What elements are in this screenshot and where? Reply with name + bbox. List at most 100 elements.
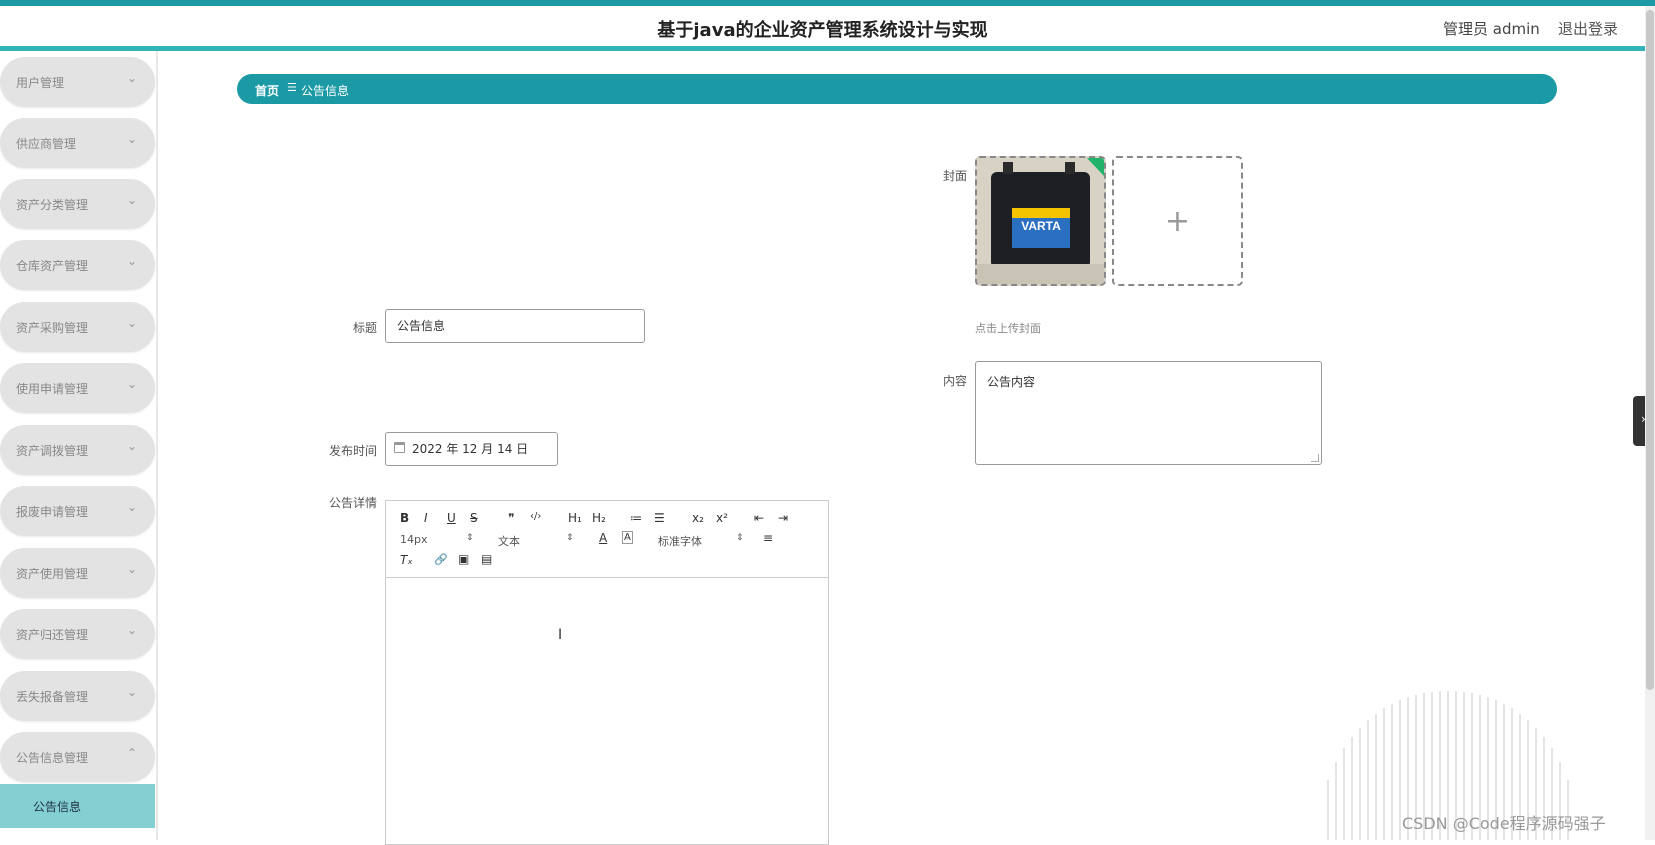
background-color-icon[interactable]: A [622,531,633,544]
link-icon[interactable]: 🔗 [434,553,448,566]
sidebar-item-label: 资产分类管理 [16,198,89,212]
sidebar-item-warehouse-assets[interactable]: 仓库资产管理 ⌄ [0,240,155,290]
current-user: 管理员 admin [1443,20,1540,38]
header2-icon[interactable]: H₂ [592,511,606,525]
block-type-select[interactable]: 文本 ⇕ [498,533,578,549]
scrollbar-thumb[interactable] [1646,10,1654,690]
subscript-icon[interactable]: x₂ [692,511,704,525]
battery-photo: VARTA [977,158,1104,284]
sidebar-item-label: 资产调拨管理 [16,444,89,458]
breadcrumb: 首页 ☰ 公告信息 [237,74,1557,104]
indent-icon[interactable]: ⇥ [778,511,788,525]
bold-icon[interactable]: B [400,511,409,525]
sidebar-item-label: 报废申请管理 [16,505,89,519]
text-cursor-icon: I [558,627,563,643]
chevron-down-icon: ⌄ [126,685,137,699]
chevron-down-icon: ⌄ [126,500,137,514]
block-type-value: 文本 [498,535,520,548]
app-title: 基于java的企业资产管理系统设计与实现 [657,20,988,41]
image-icon[interactable]: ▣ [458,552,469,566]
cover-label: 封面 [942,169,967,183]
sidebar-subitem-notice-info[interactable]: 公告信息 [0,784,155,828]
chevron-down-icon: ⌄ [126,71,137,85]
sidebar-item-label: 丢失报备管理 [16,690,89,704]
sidebar-item-label: 资产使用管理 [16,567,89,581]
sidebar-subitem-label: 公告信息 [33,800,82,814]
sidebar-item-label: 资产采购管理 [16,321,89,335]
select-arrows-icon: ⇕ [736,533,744,543]
title-input[interactable]: 公告信息 [385,309,645,343]
sidebar-item-usage-requests[interactable]: 使用申请管理 ⌄ [0,363,155,413]
content-label: 内容 [942,374,967,388]
chevron-down-icon: ⌄ [126,439,137,453]
strikethrough-icon[interactable]: S [470,511,478,525]
sidebar: 用户管理 ⌄ 供应商管理 ⌄ 资产分类管理 ⌄ 仓库资产管理 ⌄ 资产采购管理 … [0,51,158,840]
detail-label: 公告详情 [328,496,377,510]
font-family-select[interactable]: 标准字体 ⇕ [658,533,748,549]
sidebar-item-asset-return[interactable]: 资产归还管理 ⌄ [0,609,155,659]
chevron-down-icon: ⌄ [126,562,137,576]
chevron-up-icon: ⌃ [126,746,137,760]
publish-time-label: 发布时间 [328,444,377,458]
sidebar-item-loss-report[interactable]: 丢失报备管理 ⌄ [0,671,155,721]
editor-content-area[interactable] [386,579,828,844]
font-color-icon[interactable]: A [599,531,607,545]
sidebar-item-scrap-requests[interactable]: 报废申请管理 ⌄ [0,486,155,536]
sidebar-item-suppliers[interactable]: 供应商管理 ⌄ [0,118,155,168]
underline-icon[interactable]: U [447,511,456,525]
bullet-list-icon[interactable]: ☰ [654,511,665,525]
cover-upload-button[interactable]: + [1112,156,1243,286]
sidebar-item-notices[interactable]: 公告信息管理 ⌃ [0,732,155,782]
chevron-down-icon: ⌄ [126,193,137,207]
video-icon[interactable]: ▤ [481,552,492,566]
chevron-down-icon: ⌄ [126,377,137,391]
plus-icon: + [1164,204,1191,239]
sidebar-item-label: 仓库资产管理 [16,259,89,273]
resize-handle-icon[interactable] [1311,454,1319,462]
chevron-down-icon: ⌄ [126,132,137,146]
editor-toolbar: B I U S ❞ ‹/› H₁ H₂ ≔ ☰ x₂ x² ⇤ ⇥ 14px ⇕… [386,501,828,578]
italic-icon[interactable]: I [424,511,428,525]
sidebar-item-asset-purchase[interactable]: 资产采购管理 ⌄ [0,302,155,352]
blockquote-icon[interactable]: ❞ [508,511,514,525]
publish-date-picker[interactable]: 2022 年 12 月 14 日 [385,432,558,466]
chevron-down-icon: ⌄ [126,623,137,637]
sidebar-item-label: 资产归还管理 [16,628,89,642]
code-block-icon[interactable]: ‹/› [530,511,541,522]
cover-upload-hint: 点击上传封面 [975,322,1041,335]
rich-text-editor: B I U S ❞ ‹/› H₁ H₂ ≔ ☰ x₂ x² ⇤ ⇥ 14px ⇕… [385,500,829,845]
cover-image[interactable]: VARTA [975,156,1106,286]
sidebar-item-label: 使用申请管理 [16,382,89,396]
logout-link[interactable]: 退出登录 [1558,18,1618,39]
sidebar-item-asset-categories[interactable]: 资产分类管理 ⌄ [0,179,155,229]
header-divider [0,46,1645,51]
title-label: 标题 [352,321,377,335]
select-arrows-icon: ⇕ [566,533,574,543]
outdent-icon[interactable]: ⇤ [754,511,764,525]
clear-format-icon[interactable]: Tₓ [400,553,413,567]
header1-icon[interactable]: H₁ [568,511,582,525]
font-size-select[interactable]: 14px ⇕ [400,533,476,546]
sidebar-item-label: 公告信息管理 [16,751,89,765]
ordered-list-icon[interactable]: ≔ [630,511,642,525]
font-size-value: 14px [400,533,428,546]
align-icon[interactable]: ≡ [763,531,773,545]
chevron-down-icon: ⌄ [126,316,137,330]
battery-brand-text: VARTA [1021,219,1061,233]
content-text: 公告内容 [987,375,1036,389]
breadcrumb-separator-icon: ☰ [287,81,297,94]
select-arrows-icon: ⇕ [466,533,474,543]
breadcrumb-current: 公告信息 [301,84,350,98]
sidebar-item-label: 用户管理 [16,76,65,90]
sidebar-item-users[interactable]: 用户管理 ⌄ [0,57,155,107]
superscript-icon[interactable]: x² [716,511,728,525]
sidebar-item-asset-transfer[interactable]: 资产调拨管理 ⌄ [0,425,155,475]
sidebar-item-label: 供应商管理 [16,137,77,151]
watermark-text: CSDN @Code程序源码强子 [1402,814,1606,833]
breadcrumb-home[interactable]: 首页 [255,82,279,99]
font-family-value: 标准字体 [658,535,702,548]
sidebar-item-asset-usage[interactable]: 资产使用管理 ⌄ [0,548,155,598]
content-textarea[interactable]: 公告内容 [975,361,1322,465]
chevron-down-icon: ⌄ [126,254,137,268]
app-header: 基于java的企业资产管理系统设计与实现 管理员 admin 退出登录 [0,6,1645,46]
